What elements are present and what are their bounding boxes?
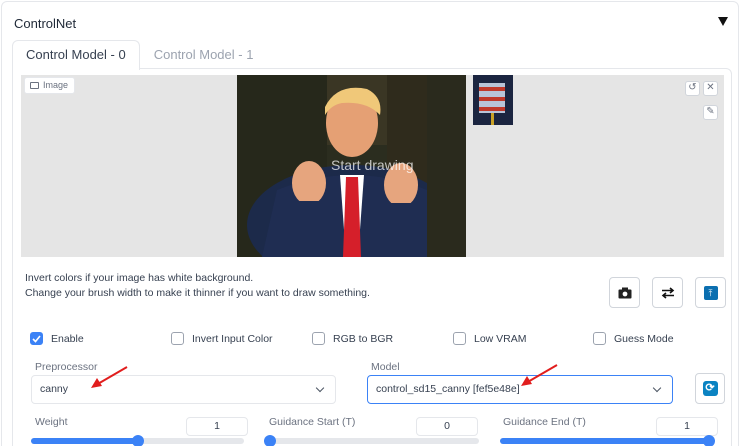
guess-mode-checkbox[interactable] <box>593 332 606 345</box>
guess-mode-label: Guess Mode <box>614 332 674 345</box>
checkmark-icon <box>32 334 41 343</box>
annotation-arrow-preprocessor <box>91 366 128 388</box>
weight-label: Weight <box>35 416 68 428</box>
flag-decoration <box>473 75 513 125</box>
image-icon <box>30 82 39 89</box>
guess-mode-row[interactable]: Guess Mode <box>593 332 674 345</box>
undo-icon[interactable]: ↺ <box>685 81 700 96</box>
enable-checkbox[interactable] <box>30 332 43 345</box>
image-label: Image <box>24 77 76 94</box>
send-dimensions-button[interactable]: ⤒ <box>695 277 726 308</box>
guidance-start-slider-thumb[interactable] <box>264 435 276 446</box>
model-label: Model <box>371 361 400 373</box>
preprocessor-dropdown[interactable]: canny <box>31 375 336 404</box>
guidance-start-number-input[interactable]: 0 <box>416 417 478 436</box>
hint-line-2: Change your brush width to make it thinn… <box>25 287 370 299</box>
guidance-end-slider-fill <box>500 438 709 444</box>
guidance-start-label: Guidance Start (T) <box>269 416 356 428</box>
refresh-models-button[interactable]: ⟳ <box>695 373 725 404</box>
weight-slider[interactable] <box>31 435 244 446</box>
camera-icon <box>618 287 631 298</box>
upload-arrow-icon: ⤒ <box>703 285 718 300</box>
control-model-tabs: Control Model - 0 Control Model - 1 <box>12 40 268 70</box>
guidance-end-slider-thumb[interactable] <box>703 435 715 446</box>
annotation-arrow-model <box>521 364 558 386</box>
camera-button[interactable] <box>609 277 640 308</box>
tab-control-model-1[interactable]: Control Model - 1 <box>140 40 268 70</box>
low-vram-row[interactable]: Low VRAM <box>453 332 527 345</box>
guidance-end-number-input[interactable]: 1 <box>656 417 718 436</box>
weight-number-input[interactable]: 1 <box>186 417 248 436</box>
low-vram-checkbox[interactable] <box>453 332 466 345</box>
close-icon[interactable]: ✕ <box>703 81 718 96</box>
enable-label: Enable <box>51 332 84 345</box>
preprocessor-value: canny <box>40 383 69 395</box>
swap-button[interactable] <box>652 277 683 308</box>
guidance-end-label: Guidance End (T) <box>503 416 586 428</box>
rgb-to-bgr-row[interactable]: RGB to BGR <box>312 332 393 345</box>
weight-slider-thumb[interactable] <box>131 435 144 446</box>
rgb-to-bgr-label: RGB to BGR <box>333 332 394 345</box>
chevron-down-icon <box>652 383 662 393</box>
image-canvas[interactable]: Image Start drawing ↺ ✕ ✎ <box>21 75 724 257</box>
brush-icon[interactable]: ✎ <box>703 105 718 120</box>
hint-line-1: Invert colors if your image has white ba… <box>25 272 254 284</box>
weight-slider-fill <box>31 438 138 444</box>
model-value: control_sd15_canny [fef5e48e] <box>376 383 520 395</box>
swap-arrows-icon <box>661 286 674 299</box>
image-label-text: Image <box>43 80 69 90</box>
enable-checkbox-row[interactable]: Enable <box>30 332 84 345</box>
invert-input-color-row[interactable]: Invert Input Color <box>171 332 273 345</box>
chevron-down-icon <box>315 383 325 393</box>
invert-input-color-checkbox[interactable] <box>171 332 184 345</box>
collapse-triangle-icon[interactable] <box>718 17 728 26</box>
tab-control-model-0[interactable]: Control Model - 0 <box>12 40 140 70</box>
guidance-start-slider[interactable] <box>264 435 479 446</box>
guidance-end-slider[interactable] <box>500 435 715 446</box>
start-drawing-overlay: Start drawing <box>331 157 414 173</box>
uploaded-photo: Start drawing <box>237 75 466 257</box>
invert-input-color-label: Invert Input Color <box>192 332 273 345</box>
panel-title: ControlNet <box>14 16 77 31</box>
rgb-to-bgr-checkbox[interactable] <box>312 332 325 345</box>
low-vram-label: Low VRAM <box>474 332 527 345</box>
refresh-icon: ⟳ <box>702 381 718 396</box>
instruction-text: Invert colors if your image has white ba… <box>25 271 370 301</box>
